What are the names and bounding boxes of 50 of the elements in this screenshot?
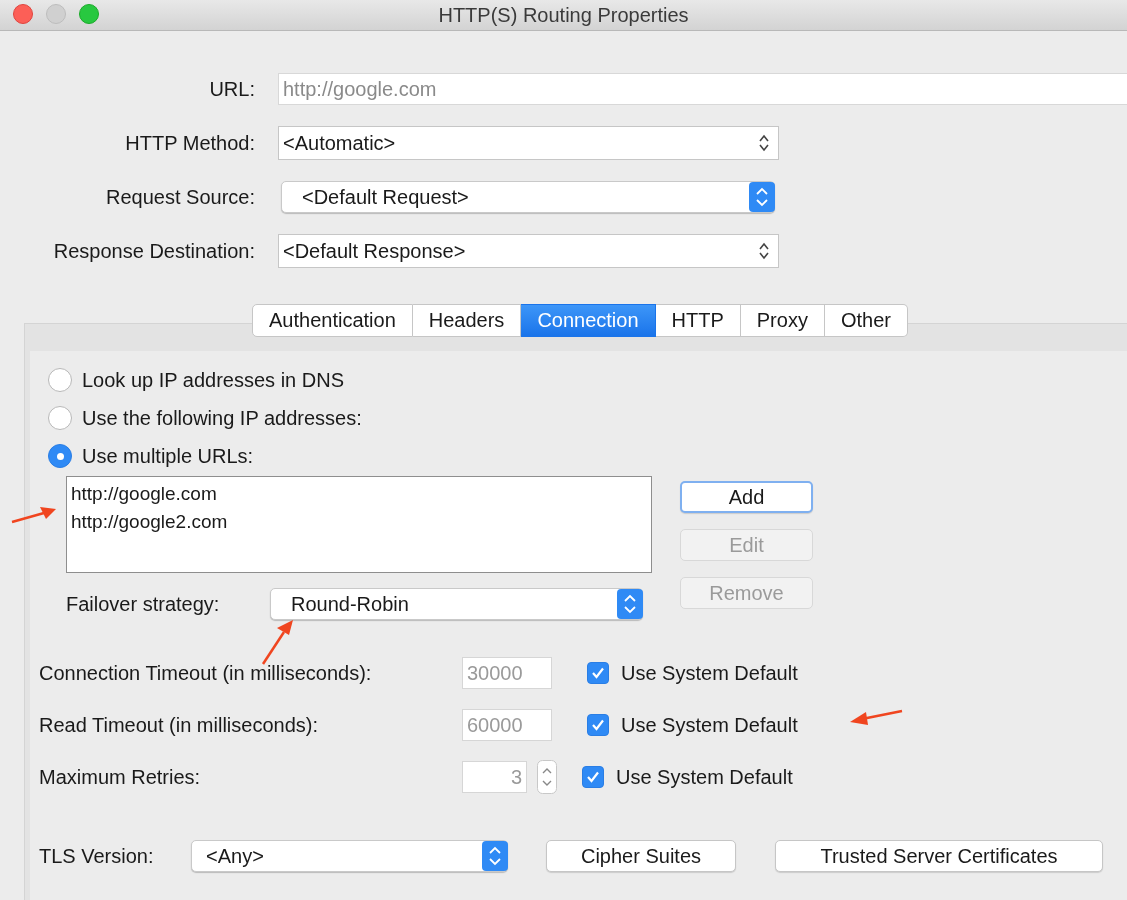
checkbox[interactable] — [582, 766, 604, 788]
up-down-chevron-icon — [749, 182, 775, 212]
list-button[interactable]: Add — [680, 481, 813, 513]
url-list-item[interactable]: http://google2.com — [71, 509, 647, 534]
radio-label: Use multiple URLs: — [82, 444, 254, 468]
radio-button[interactable] — [48, 406, 72, 430]
radio-button[interactable] — [48, 368, 72, 392]
window-title: HTTP(S) Routing Properties — [438, 3, 689, 27]
up-down-chevron-icon — [617, 589, 643, 619]
action-button[interactable]: Cipher Suites — [546, 840, 736, 872]
annotation-arrow-icon — [260, 618, 296, 666]
zoom-icon[interactable] — [79, 4, 99, 24]
checkbox[interactable] — [587, 662, 609, 684]
tab[interactable]: Authentication — [252, 304, 413, 337]
checkbox[interactable] — [587, 714, 609, 736]
annotation-arrow-icon — [10, 504, 58, 526]
combo-box[interactable]: <Default Response> — [278, 234, 779, 268]
tab[interactable]: Other — [824, 304, 908, 337]
close-icon[interactable] — [13, 4, 33, 24]
tab[interactable]: Proxy — [740, 304, 825, 337]
stepper-icon[interactable] — [537, 760, 557, 794]
tab[interactable]: HTTP — [655, 304, 741, 337]
url-list[interactable]: http://google.com http://google2.com — [66, 476, 652, 573]
failover-label: Failover strategy: — [66, 592, 221, 616]
radio-label: Look up IP addresses in DNS — [82, 368, 344, 392]
popup-menu[interactable]: Round-Robin — [270, 588, 643, 620]
popup-menu[interactable]: <Any> — [191, 840, 508, 872]
tls-label: TLS Version: — [39, 844, 155, 868]
action-button[interactable]: Trusted Server Certificates — [775, 840, 1103, 872]
checkbox-label: Use System Default — [621, 661, 798, 685]
tab[interactable]: Connection — [521, 304, 656, 337]
up-down-chevron-icon — [482, 841, 508, 871]
tab[interactable]: Headers — [412, 304, 522, 337]
field-label: HTTP Method: — [124, 131, 255, 155]
annotation-arrow-icon — [848, 707, 904, 727]
field-label: Request Source: — [105, 185, 255, 209]
radio-label: Use the following IP addresses: — [82, 406, 362, 430]
radio-button[interactable] — [48, 444, 72, 468]
field-label: URL: — [208, 77, 255, 101]
timeout-label: Maximum Retries: — [39, 765, 202, 789]
up-down-chevron-icon — [758, 241, 770, 261]
url-list-item[interactable]: http://google.com — [71, 481, 647, 506]
up-down-chevron-icon — [758, 133, 770, 153]
timeout-label: Read Timeout (in milliseconds): — [39, 713, 319, 737]
popup-menu[interactable]: <Default Request> — [281, 181, 775, 213]
checkbox-label: Use System Default — [621, 713, 798, 737]
field-label: Response Destination: — [52, 239, 255, 263]
combo-box[interactable]: <Automatic> — [278, 126, 779, 160]
checkbox-label: Use System Default — [616, 765, 793, 789]
timeout-label: Connection Timeout (in milliseconds): — [39, 661, 373, 685]
